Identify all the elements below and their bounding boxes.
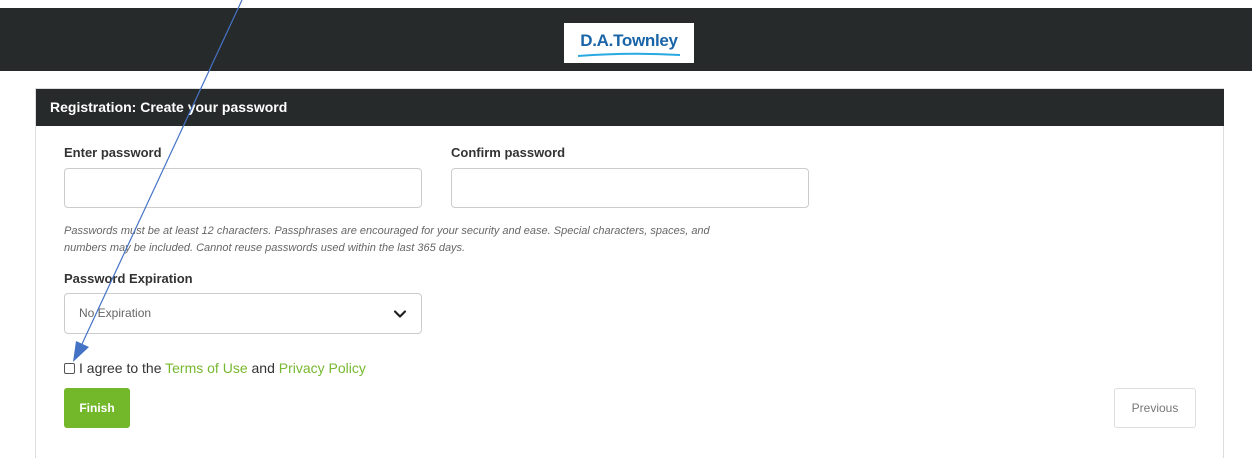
confirm-password-input[interactable]	[451, 168, 809, 208]
top-bar: D.A.Townley	[0, 8, 1252, 71]
password-label: Enter password	[64, 145, 162, 160]
previous-button[interactable]: Previous	[1114, 388, 1196, 428]
confirm-password-label: Confirm password	[451, 145, 566, 160]
finish-button[interactable]: Finish	[64, 388, 130, 428]
password-input[interactable]	[64, 168, 422, 208]
panel-title: Registration: Create your password	[36, 89, 1224, 126]
logo-text: D.A.Townley	[580, 31, 678, 50]
terms-agreement-row: I agree to the Terms of Use and Privacy …	[64, 359, 366, 377]
password-requirements-hint: Passwords must be at least 12 characters…	[64, 223, 794, 257]
password-expiration-label: Password Expiration	[64, 271, 193, 286]
company-logo: D.A.Townley	[564, 23, 694, 63]
agree-prefix-text: I agree to the	[79, 360, 166, 376]
expiration-selected-value: No Expiration	[79, 306, 152, 320]
hint-line-1: Passwords must be at least 12 characters…	[64, 225, 710, 237]
password-expiration-select[interactable]: No Expiration	[64, 293, 422, 334]
agree-checkbox[interactable]	[64, 363, 75, 374]
terms-of-use-link[interactable]: Terms of Use	[165, 360, 247, 376]
agree-and-text: and	[247, 360, 279, 376]
chevron-down-icon	[393, 310, 407, 318]
privacy-policy-link[interactable]: Privacy Policy	[279, 360, 366, 376]
hint-line-2: numbers may be included. Cannot reuse pa…	[64, 242, 466, 254]
logo-swoosh-icon	[577, 52, 681, 57]
registration-panel: Registration: Create your password Enter…	[35, 88, 1224, 458]
